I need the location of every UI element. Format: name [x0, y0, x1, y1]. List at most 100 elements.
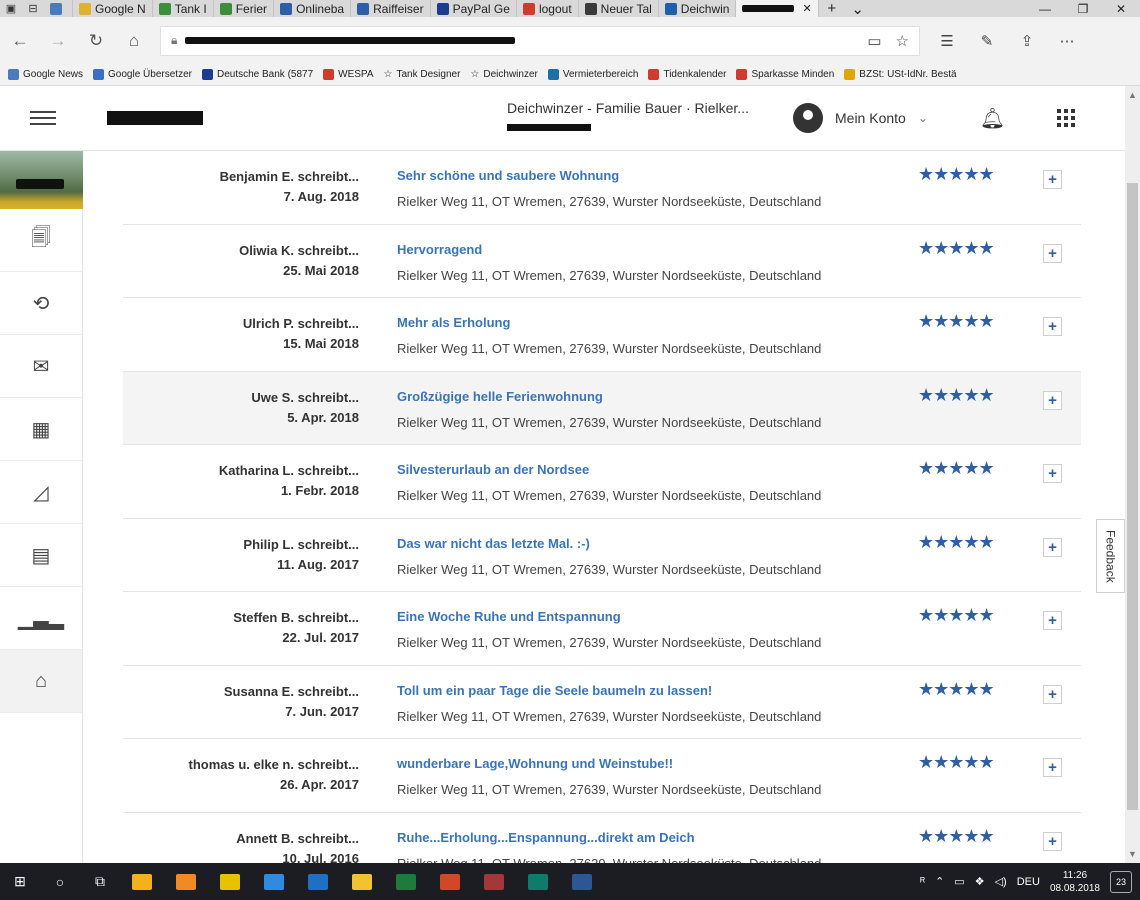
minimize-button[interactable]: —: [1026, 2, 1064, 16]
review-row[interactable]: Annett B. schreibt... 10. Jul. 2016 Ruhe..…: [123, 812, 1081, 863]
expand-review-button[interactable]: +: [1043, 537, 1062, 557]
browser-tab[interactable]: Neuer Tal: [579, 0, 659, 17]
history-icon[interactable]: ⟲: [0, 272, 82, 335]
scrollbar[interactable]: ▲ ▼: [1125, 86, 1140, 863]
expand-review-button[interactable]: +: [1043, 831, 1062, 851]
close-window-button[interactable]: ✕: [1102, 2, 1140, 16]
back-arrow-icon[interactable]: ←: [8, 31, 32, 51]
browser-tab[interactable]: [44, 0, 73, 17]
expand-review-button[interactable]: +: [1043, 611, 1062, 630]
access-taskbar-icon[interactable]: [472, 863, 516, 900]
favorite-link[interactable]: WESPA: [323, 69, 374, 80]
clock[interactable]: 11:26 08.08.2018: [1050, 869, 1100, 895]
activity-icon[interactable]: ◿: [0, 461, 82, 524]
review-row[interactable]: thomas u. elke n. schreibt... 26. Apr. 20…: [123, 739, 1081, 813]
favorite-link[interactable]: BZSt: USt-IdNr. Bestä: [844, 69, 957, 80]
favorite-link[interactable]: Sparkasse Minden: [736, 69, 834, 80]
scrollbar-thumb[interactable]: [1127, 183, 1138, 810]
review-title-link[interactable]: Großzügige helle Ferienwohnung: [397, 388, 897, 406]
media-taskbar-icon[interactable]: [164, 863, 208, 900]
browser-tab[interactable]: Google N: [73, 0, 153, 17]
tray-chevron-icon[interactable]: ⌃: [935, 875, 944, 888]
review-title-link[interactable]: wunderbare Lage,Wohnung und Weinstube!!: [397, 755, 897, 773]
favorite-link[interactable]: Google Übersetzer: [93, 69, 192, 80]
more-icon[interactable]: ⋯: [1054, 32, 1080, 50]
tab-active[interactable]: ✕: [736, 0, 819, 17]
language-indicator[interactable]: DEU: [1017, 876, 1040, 888]
new-tab-button[interactable]: +: [819, 0, 845, 17]
review-title-link[interactable]: Mehr als Erholung: [397, 314, 897, 332]
review-title-link[interactable]: Toll um ein paar Tage die Seele baumeln …: [397, 682, 897, 700]
property-selector[interactable]: Deichwinzer - Familie Bauer · Rielker...: [507, 86, 779, 151]
share-icon[interactable]: ⇪: [1014, 32, 1040, 50]
bar-chart-icon[interactable]: ▁▃▂: [0, 587, 82, 650]
review-row[interactable]: Steffen B. schreibt... 22. Jul. 2017 Eine …: [123, 592, 1081, 666]
close-tab-icon[interactable]: ✕: [802, 2, 811, 15]
review-title-link[interactable]: Hervorragend: [397, 241, 897, 259]
expand-review-button[interactable]: +: [1043, 243, 1062, 263]
pen-icon[interactable]: ✎: [974, 32, 1000, 50]
browser-tab[interactable]: logout: [517, 0, 579, 17]
excel-taskbar-icon[interactable]: [384, 863, 428, 900]
house-icon[interactable]: ⌂: [0, 650, 82, 713]
menu-icon[interactable]: [0, 111, 85, 125]
favorite-link[interactable]: Deutsche Bank (5877: [201, 69, 313, 80]
browser-tab[interactable]: Tank I: [153, 0, 214, 17]
expand-review-button[interactable]: +: [1043, 170, 1062, 189]
review-row[interactable]: Oliwia K. schreibt... 25. Mai 2018 Hervorr…: [123, 224, 1081, 298]
network-icon[interactable]: ▭: [954, 875, 964, 888]
expand-review-button[interactable]: +: [1043, 390, 1062, 410]
calendar-icon[interactable]: ▦: [0, 398, 82, 461]
explorer-taskbar-icon[interactable]: [340, 863, 384, 900]
tab-list-chevron-icon[interactable]: ⌄: [845, 0, 871, 18]
favorite-link[interactable]: ☆ Tank Designer: [384, 69, 461, 80]
review-title-link[interactable]: Eine Woche Ruhe und Entspannung: [397, 608, 897, 626]
scroll-up-icon[interactable]: ▲: [1125, 90, 1140, 100]
expand-review-button[interactable]: +: [1043, 464, 1062, 483]
scroll-down-icon[interactable]: ▼: [1125, 849, 1140, 859]
mail-icon[interactable]: ✉︎: [0, 335, 82, 398]
browser-tab[interactable]: Deichwin: [659, 0, 737, 17]
reading-view-icon[interactable]: ▭: [867, 32, 881, 50]
review-title-link[interactable]: Silvesterurlaub an der Nordsee: [397, 461, 897, 479]
search-icon[interactable]: ○: [40, 863, 80, 900]
review-row[interactable]: Benjamin E. schreibt... 7. Aug. 2018 Sehr …: [123, 151, 1081, 225]
favorite-link[interactable]: Google News: [8, 69, 83, 80]
browser-tab[interactable]: Raiffeiser: [351, 0, 431, 17]
browser-tab[interactable]: Onlineba: [274, 0, 352, 17]
favorite-link[interactable]: Vermieterbereich: [547, 69, 638, 80]
listing-icon[interactable]: 🗐︎: [0, 209, 82, 272]
review-title-link[interactable]: Das war nicht das letzte Mal. :-): [397, 535, 897, 553]
browser-tab[interactable]: PayPal Ge: [431, 0, 517, 17]
edge-taskbar-icon[interactable]: [252, 863, 296, 900]
windows-start-icon[interactable]: ⊞: [0, 863, 40, 900]
review-row[interactable]: Uwe S. schreibt... 5. Apr. 2018 Großzügige…: [123, 371, 1081, 445]
powerpoint-taskbar-icon[interactable]: [428, 863, 472, 900]
home-icon[interactable]: ⌂: [122, 31, 146, 51]
review-row[interactable]: Susanna E. schreibt... 7. Jun. 2017 Toll u…: [123, 665, 1081, 739]
expand-review-button[interactable]: +: [1043, 317, 1062, 336]
favorite-star-icon[interactable]: ☆: [896, 32, 909, 50]
review-row[interactable]: Ulrich P. schreibt... 15. Mai 2018 Mehr al…: [123, 298, 1081, 372]
maximize-button[interactable]: ❐: [1064, 2, 1102, 16]
expand-review-button[interactable]: +: [1043, 684, 1062, 704]
browser-tab[interactable]: Ferier: [214, 0, 275, 17]
set-aside-tabs-icon[interactable]: ⊟: [22, 0, 44, 17]
bell-icon[interactable]: 🔔︎: [980, 106, 1005, 131]
refresh-icon[interactable]: ↻: [84, 31, 108, 51]
task-view-icon[interactable]: ⧉: [80, 863, 120, 900]
guestbook-icon[interactable]: ▤: [0, 524, 82, 587]
store-taskbar-icon[interactable]: [120, 863, 164, 900]
favorite-link[interactable]: Tidenkalender: [648, 69, 726, 80]
feedback-tab[interactable]: Feedback: [1096, 519, 1125, 593]
apps-grid-icon[interactable]: [1057, 109, 1076, 127]
favorites-hub-icon[interactable]: ☰: [934, 32, 960, 50]
word-taskbar-icon[interactable]: [560, 863, 604, 900]
review-title-link[interactable]: Ruhe...Erholung...Enspannung...direkt am…: [397, 829, 897, 847]
tab-actions-icon[interactable]: ▣: [0, 0, 22, 17]
people-icon[interactable]: ᴿ: [920, 876, 925, 888]
expand-review-button[interactable]: +: [1043, 758, 1062, 777]
account-menu[interactable]: Mein Konto ⌄: [793, 103, 928, 133]
dropbox-icon[interactable]: ❖: [975, 875, 985, 888]
review-title-link[interactable]: Sehr schöne und saubere Wohnung: [397, 167, 897, 185]
